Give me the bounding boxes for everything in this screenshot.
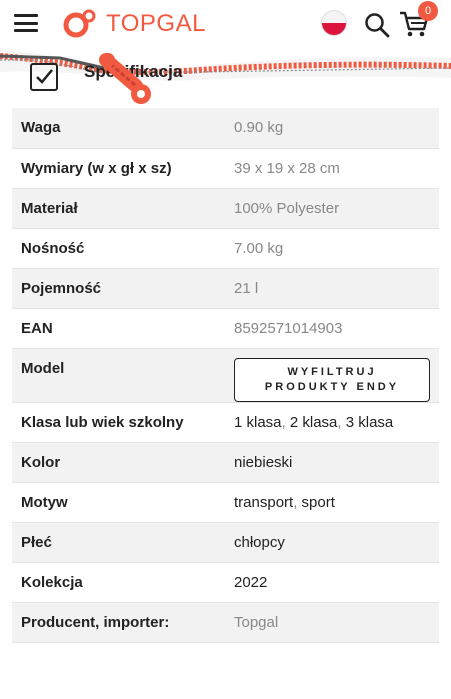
section-title[interactable]: Specifikacja	[84, 62, 182, 82]
search-icon[interactable]	[364, 12, 390, 38]
spec-label: Kolekcja	[12, 562, 225, 603]
spec-label: Kolor	[12, 442, 225, 483]
motif-link[interactable]: sport	[302, 494, 335, 511]
spec-row-school-class: Klasa lub wiek szkolny 1 klasa, 2 klasa,…	[12, 402, 439, 443]
menu-icon[interactable]	[14, 14, 38, 32]
spec-row-motif: Motyw transport, sport	[12, 482, 439, 523]
spec-row-dimensions: Wymiary (w x gł x sz) 39 x 19 x 28 cm	[12, 148, 439, 189]
top-header: TOPGAL 0	[0, 0, 451, 48]
filter-products-button[interactable]: WYFILTRUJ PRODUKTY ENDY	[234, 357, 430, 402]
motif-link[interactable]: transport	[234, 494, 293, 511]
spec-row-color: Kolor niebieski	[12, 442, 439, 483]
cart-count-badge: 0	[418, 1, 438, 21]
spec-label: Płeć	[12, 522, 225, 563]
spec-label: Nośność	[12, 228, 225, 269]
spec-value: 7.00 kg	[225, 228, 439, 269]
school-class-link[interactable]: 3 klasa	[346, 414, 394, 431]
poland-flag-icon[interactable]	[321, 10, 347, 36]
spec-row-load-capacity: Nośność 7.00 kg	[12, 228, 439, 269]
school-class-link[interactable]: 1 klasa	[234, 414, 282, 431]
spec-value-link[interactable]: 2022	[225, 562, 439, 603]
spec-label: Klasa lub wiek szkolny	[12, 402, 225, 443]
checkmark-icon	[36, 69, 53, 84]
spec-label: Motyw	[12, 482, 225, 523]
specifications-table: Waga 0.90 kg Wymiary (w x gł x sz) 39 x …	[12, 108, 439, 643]
spec-value: 8592571014903	[225, 308, 439, 349]
spec-value: WYFILTRUJ PRODUKTY ENDY	[225, 348, 439, 403]
spec-value: transport, sport	[225, 482, 439, 523]
spec-row-collection: Kolekcja 2022	[12, 562, 439, 603]
school-class-link[interactable]: 2 klasa	[290, 414, 338, 431]
filter-button-line2: PRODUKTY ENDY	[264, 380, 400, 393]
spec-row-volume: Pojemność 21 l	[12, 268, 439, 309]
spec-row-gender: Płeć chłopcy	[12, 522, 439, 563]
spec-label: Model	[12, 348, 225, 403]
spec-label: Producent, importer:	[12, 602, 225, 643]
spec-value: Topgal	[225, 602, 439, 643]
zipper-decoration	[0, 50, 451, 81]
zipper-puller-icon	[99, 53, 151, 104]
spec-value-link[interactable]: niebieski	[225, 442, 439, 483]
topgal-logo-icon	[63, 9, 96, 38]
spec-row-material: Materiał 100% Polyester	[12, 188, 439, 229]
spec-value: 0.90 kg	[225, 108, 439, 149]
spec-row-model: Model WYFILTRUJ PRODUKTY ENDY	[12, 348, 439, 403]
spec-value: 21 l	[225, 268, 439, 309]
spec-label: Materiał	[12, 188, 225, 229]
spec-row-producer: Producent, importer: Topgal	[12, 602, 439, 643]
filter-button-line1: WYFILTRUJ	[287, 365, 377, 378]
spec-label: EAN	[12, 308, 225, 349]
spec-label: Pojemność	[12, 268, 225, 309]
spec-label: Wymiary (w x gł x sz)	[12, 148, 225, 189]
spec-row-weight: Waga 0.90 kg	[12, 108, 439, 149]
spec-value: 100% Polyester	[225, 188, 439, 229]
spec-value: 1 klasa, 2 klasa, 3 klasa	[225, 402, 439, 443]
spec-row-ean: EAN 8592571014903	[12, 308, 439, 349]
logo-text: TOPGAL	[106, 10, 206, 37]
topgal-logo[interactable]: TOPGAL	[62, 8, 206, 40]
spec-label: Waga	[12, 108, 225, 149]
checkbox-icon[interactable]	[30, 63, 58, 91]
spec-value: 39 x 19 x 28 cm	[225, 148, 439, 189]
spec-value-link[interactable]: chłopcy	[225, 522, 439, 563]
